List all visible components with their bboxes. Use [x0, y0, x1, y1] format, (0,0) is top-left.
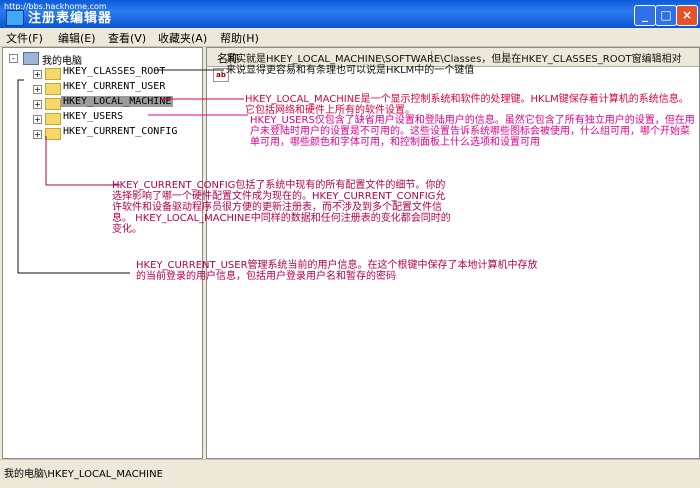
annotation-current-config: HKEY_CURRENT_CONFIG包括了系统中现有的所有配置文件的细节。你的… — [112, 180, 451, 235]
annotation-users: HKEY_USERS仅包含了缺省用户设置和登陆用户的信息。虽然它包含了所有独立用… — [250, 115, 695, 148]
menu-help[interactable]: 帮助(H) — [220, 30, 259, 46]
regedit-window: http://bbs.hackhome.com 注册表编辑器 _ □ × 文件(… — [0, 0, 700, 488]
tree-item-hkey-current-user[interactable]: HKEY_CURRENT_USER — [63, 81, 165, 92]
annotation-local-machine: HKEY_LOCAL_MACHINE是一个显示控制系统和软件的处理键。HKLM键… — [245, 94, 689, 116]
menu-file[interactable]: 文件(F) — [6, 30, 43, 46]
status-path: 我的电脑\HKEY_LOCAL_MACHINE — [4, 469, 163, 480]
folder-icon — [45, 68, 61, 80]
tree-item-hkey-users[interactable]: HKEY_USERS — [63, 111, 123, 122]
window-title: 注册表编辑器 — [28, 11, 113, 26]
regedit-app-icon — [6, 10, 24, 26]
tree-root-label[interactable]: 我的电脑 — [42, 52, 82, 67]
annotation-classes-root: 其实就是HKEY_LOCAL_MACHINE\SOFTWARE\Classes，… — [226, 54, 682, 76]
menu-edit[interactable]: 编辑(E) — [58, 30, 96, 46]
tree-expand-icon[interactable]: + — [33, 115, 42, 124]
title-bar[interactable]: http://bbs.hackhome.com 注册表编辑器 _ □ × — [0, 0, 700, 28]
status-bar: 我的电脑\HKEY_LOCAL_MACHINE — [0, 459, 700, 488]
tree-expand-icon[interactable]: + — [33, 100, 42, 109]
tree-item-hkey-current-config[interactable]: HKEY_CURRENT_CONFIG — [63, 126, 177, 137]
annotation-current-user: HKEY_CURRENT_USER管理系统当前的用户信息。在这个根键中保存了本地… — [136, 260, 538, 282]
folder-icon — [45, 128, 61, 140]
tree-expand-icon[interactable]: + — [33, 130, 42, 139]
maximize-button[interactable]: □ — [655, 5, 677, 26]
tree-item-hkey-classes-root[interactable]: HKEY_CLASSES_ROOT — [63, 66, 165, 77]
tree-expand-icon[interactable]: + — [33, 85, 42, 94]
close-button[interactable]: × — [676, 5, 698, 26]
folder-icon — [45, 113, 61, 125]
menu-favorites[interactable]: 收藏夹(A) — [158, 30, 207, 46]
computer-icon — [23, 52, 39, 65]
tree-pane[interactable]: - 我的电脑 + HKEY_CLASSES_ROOT + HKEY_CURREN… — [2, 47, 203, 459]
menu-bar: 文件(F) 编辑(E) 查看(V) 收藏夹(A) 帮助(H) — [0, 28, 700, 47]
folder-icon — [45, 83, 61, 95]
tree-expand-icon[interactable]: + — [33, 70, 42, 79]
menu-view[interactable]: 查看(V) — [108, 30, 146, 46]
minimize-button[interactable]: _ — [634, 5, 656, 26]
tree-collapse-icon[interactable]: - — [9, 54, 18, 63]
tree-item-hkey-local-machine[interactable]: HKEY_LOCAL_MACHINE — [61, 96, 174, 107]
folder-icon — [45, 98, 61, 110]
